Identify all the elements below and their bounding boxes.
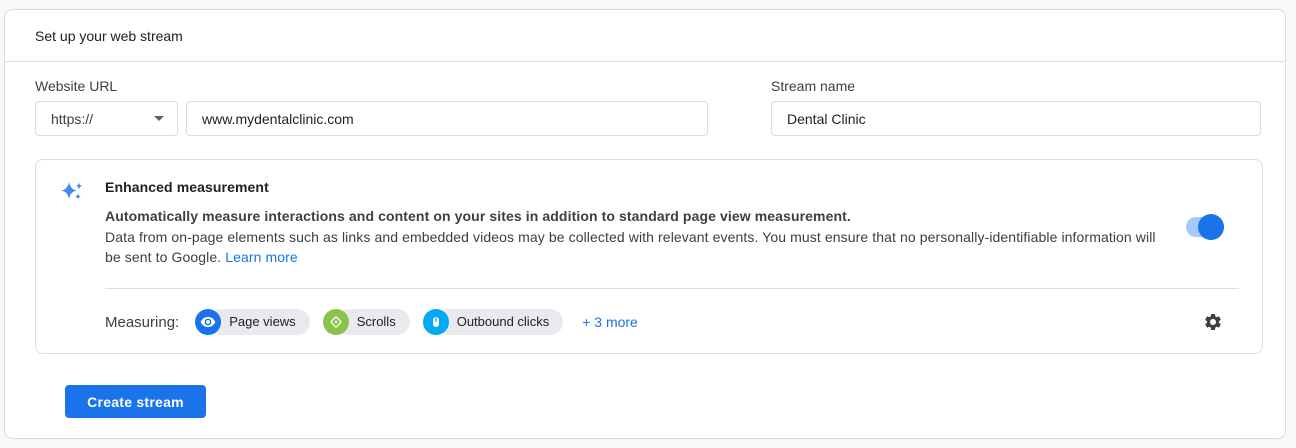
scroll-diamond-icon (322, 309, 349, 335)
protocol-selected-value: https:// (51, 110, 94, 127)
website-url-input[interactable] (186, 101, 708, 136)
enhanced-measurement-content: Enhanced measurement Automatically measu… (105, 176, 1238, 288)
enhanced-measurement-top: Enhanced measurement Automatically measu… (36, 160, 1262, 288)
field-inputs-row: https:// (35, 101, 1261, 136)
enhanced-measurement-description: Automatically measure interactions and c… (105, 206, 1170, 268)
enhanced-measurement-title: Enhanced measurement (105, 179, 269, 195)
sparkle-icon (59, 176, 85, 288)
more-measurements-link[interactable]: + 3 more (582, 314, 638, 330)
gear-icon[interactable] (1202, 311, 1224, 333)
stream-name-input[interactable] (771, 101, 1261, 136)
measuring-label: Measuring: (105, 313, 180, 331)
toggle-thumb (1198, 214, 1224, 240)
web-stream-setup-card: Set up your web stream Website URL Strea… (4, 9, 1286, 439)
chip-label: Page views (208, 309, 310, 335)
field-labels-row: Website URL Stream name (35, 78, 1261, 94)
measuring-row: Measuring: Page views Scrolls Outbound c… (36, 289, 1262, 355)
description-line1: Automatically measure interactions and c… (105, 208, 851, 224)
card-header: Set up your web stream (5, 10, 1285, 62)
enhanced-measurement-card: Enhanced measurement Automatically measu… (35, 159, 1263, 354)
card-body: Website URL Stream name https:// www.myd… (5, 78, 1285, 418)
create-stream-button[interactable]: Create stream (65, 385, 206, 418)
chip-page-views: Page views (195, 309, 310, 335)
stream-name-label: Stream name (771, 78, 856, 94)
chevron-down-icon (154, 116, 164, 121)
mouse-icon (422, 309, 449, 335)
chip-outbound-clicks: Outbound clicks (422, 309, 564, 335)
chip-label: Outbound clicks (435, 309, 564, 335)
chip-scrolls: Scrolls (322, 309, 410, 335)
learn-more-link[interactable]: Learn more (225, 249, 298, 265)
website-url-label: Website URL (35, 78, 118, 94)
page-title: Set up your web stream (35, 27, 183, 44)
protocol-select[interactable]: https:// (35, 101, 178, 136)
enhanced-measurement-toggle[interactable] (1186, 214, 1224, 240)
